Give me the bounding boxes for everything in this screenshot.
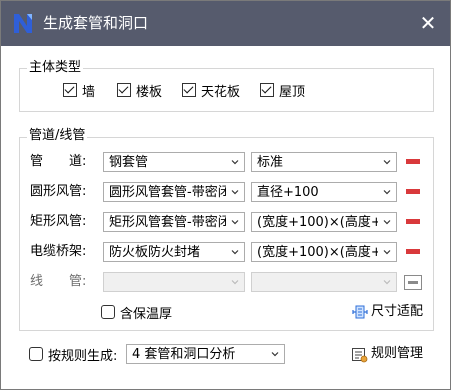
window-title: 生成套管和洞口 (43, 14, 149, 32)
close-button[interactable]: ✕ (416, 11, 440, 35)
chevron-down-icon (383, 250, 391, 255)
checkbox-wall-label: 墙 (82, 84, 96, 100)
remove-conduit-button[interactable] (404, 275, 422, 290)
row-label-pipe: 管 道: (30, 154, 87, 169)
row-label-cable-tray: 电缆桥架: (30, 244, 87, 259)
checkbox-wall-box[interactable] (63, 83, 77, 97)
checkbox-ceiling[interactable]: 天花板 (182, 81, 241, 100)
chevron-down-icon (231, 280, 239, 285)
title-bar[interactable]: 生成套管和洞口 ✕ (1, 1, 450, 46)
rule-select-value: 4 套管和洞口分析 (132, 347, 236, 362)
dialog-window: 生成套管和洞口 ✕ 主体类型 墙 楼板 天花板 屋顶 管道/线管 管 道: 钢套… (0, 0, 451, 390)
rect-duct-type-select[interactable]: 矩形风管套管-带密闭 (103, 212, 245, 232)
checkbox-roof[interactable]: 屋顶 (260, 81, 306, 100)
chevron-down-icon (231, 220, 239, 225)
row-label-conduit: 线 管: (30, 274, 87, 289)
checkbox-roof-label: 屋顶 (279, 84, 306, 100)
cable-tray-size-value: (宽度+100)×(高度+ (257, 245, 378, 260)
checkbox-rule-generate-box[interactable] (29, 347, 43, 361)
remove-round-duct-button[interactable] (406, 189, 420, 194)
chevron-down-icon (383, 280, 391, 285)
close-icon: ✕ (419, 11, 437, 35)
checkbox-ceiling-label: 天花板 (201, 84, 241, 100)
remove-pipe-button[interactable] (406, 159, 420, 164)
body-type-group-label: 主体类型 (27, 60, 84, 76)
checkbox-floor[interactable]: 楼板 (117, 81, 163, 100)
rule-manage-label: 规则管理 (371, 346, 424, 361)
chevron-down-icon (231, 160, 239, 165)
checkbox-insulation-label: 含保温厚 (120, 306, 173, 322)
checkbox-roof-box[interactable] (260, 83, 274, 97)
checkbox-rule-generate-label: 按规则生成: (48, 348, 118, 364)
checkbox-rule-generate[interactable]: 按规则生成: (29, 345, 118, 364)
checkbox-insulation[interactable]: 含保温厚 (101, 303, 173, 322)
rule-manage-icon (352, 347, 368, 362)
chevron-down-icon (383, 220, 391, 225)
remove-cable-tray-button[interactable] (406, 249, 420, 254)
remove-rect-duct-button[interactable] (406, 219, 420, 224)
checkbox-wall[interactable]: 墙 (63, 81, 96, 100)
pipes-group-label: 管道/线管 (27, 128, 88, 144)
chevron-down-icon (231, 250, 239, 255)
checkbox-ceiling-box[interactable] (182, 83, 196, 97)
round-duct-type-value: 圆形风管套管-带密闭 (109, 185, 226, 200)
rule-manage-button[interactable]: 规则管理 (351, 345, 423, 363)
app-logo-icon (14, 14, 32, 33)
cable-tray-type-select[interactable]: 防火板防火封堵 (103, 242, 245, 262)
round-duct-type-select[interactable]: 圆形风管套管-带密闭 (103, 182, 245, 202)
chevron-down-icon (383, 190, 391, 195)
row-label-round-duct: 圆形风管: (30, 184, 87, 199)
cable-tray-size-select[interactable]: (宽度+100)×(高度+ (251, 242, 397, 262)
size-fit-icon (352, 305, 368, 319)
rule-select[interactable]: 4 套管和洞口分析 (126, 344, 285, 364)
pipe-size-select[interactable]: 标准 (251, 152, 397, 172)
checkbox-floor-label: 楼板 (136, 84, 163, 100)
size-fit-button[interactable]: 尺寸适配 (352, 303, 423, 321)
chevron-down-icon (231, 190, 239, 195)
cable-tray-type-value: 防火板防火封堵 (109, 245, 201, 260)
size-fit-label: 尺寸适配 (371, 304, 424, 319)
chevron-down-icon (271, 352, 279, 357)
pipe-type-select[interactable]: 钢套管 (103, 152, 245, 172)
chevron-down-icon (383, 160, 391, 165)
pipe-type-value: 钢套管 (109, 155, 149, 170)
rect-duct-size-value: (宽度+100)×(高度+ (257, 215, 378, 230)
conduit-size-select[interactable] (251, 272, 397, 292)
checkbox-insulation-box[interactable] (101, 305, 115, 319)
round-duct-size-value: 直径+100 (257, 185, 319, 200)
rect-duct-size-select[interactable]: (宽度+100)×(高度+ (251, 212, 397, 232)
conduit-type-select[interactable] (103, 272, 245, 292)
rect-duct-type-value: 矩形风管套管-带密闭 (109, 215, 226, 230)
round-duct-size-select[interactable]: 直径+100 (251, 182, 397, 202)
pipe-size-value: 标准 (257, 155, 284, 170)
checkbox-floor-box[interactable] (117, 83, 131, 97)
row-label-rect-duct: 矩形风管: (30, 214, 87, 229)
